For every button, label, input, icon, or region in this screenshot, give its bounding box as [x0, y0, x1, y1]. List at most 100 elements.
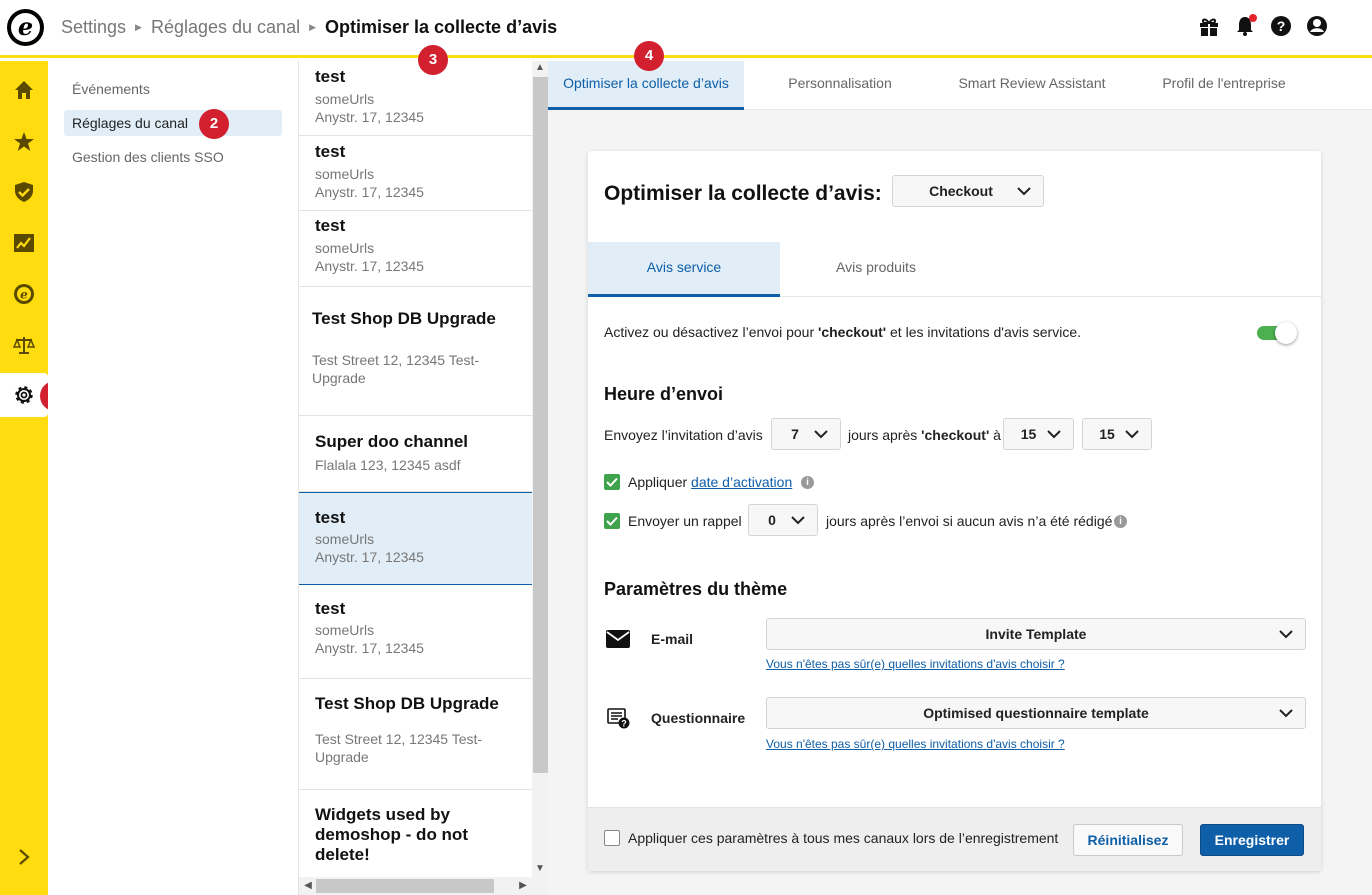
settings-card: Optimiser la collecte d’avis: Checkout A… [588, 151, 1321, 871]
channel-address: Anystr. 17, 12345 [315, 109, 424, 125]
review-type-tabs: Avis service Avis produits [588, 242, 1321, 297]
subtab-product-reviews[interactable]: Avis produits [780, 242, 972, 297]
top-icons: ? [1198, 14, 1328, 37]
channel-name: test [315, 216, 346, 235]
step-badge-2: 2 [199, 109, 229, 139]
notification-dot [1249, 14, 1257, 22]
scale-icon[interactable] [0, 323, 48, 367]
channel-item-selected[interactable]: test someUrls Anystr. 17, 12345 [299, 492, 532, 585]
reminder-checkbox[interactable] [604, 513, 620, 529]
channel-type-select[interactable]: Checkout [892, 175, 1044, 207]
channel-item[interactable]: test someUrls Anystr. 17, 12345 [299, 211, 532, 287]
star-icon[interactable] [0, 120, 48, 164]
scroll-down-icon[interactable]: ▼ [533, 863, 547, 874]
channel-item[interactable]: test someUrls Anystr. 17, 12345 [299, 61, 532, 136]
channel-item[interactable]: Widgets used by demoshop - do not delete… [299, 790, 532, 877]
channel-url: someUrls [315, 531, 375, 547]
breadcrumb-settings[interactable]: Settings [61, 17, 126, 38]
email-template-value: Invite Template [985, 626, 1087, 642]
questionnaire-template-select[interactable]: Optimised questionnaire template [766, 697, 1306, 729]
scroll-up-icon[interactable]: ▲ [533, 62, 547, 73]
reminder-days-value: 0 [768, 512, 776, 528]
channel-item[interactable]: test someUrls Anystr. 17, 12345 [299, 136, 532, 211]
apply-activation-label: Appliquer date d’activation [628, 474, 793, 490]
breadcrumb: Settings ▶ Réglages du canal ▶ Optimiser… [61, 17, 557, 38]
subnav-item-events[interactable]: Événements [64, 76, 282, 102]
save-button[interactable]: Enregistrer [1200, 824, 1304, 856]
shield-check-icon[interactable] [0, 170, 48, 214]
apply-all-checkbox[interactable] [604, 830, 620, 846]
top-bar: e Settings ▶ Réglages du canal ▶ Optimis… [0, 0, 1372, 58]
tab-company-profile[interactable]: Profil de l'entreprise [1128, 61, 1320, 110]
channel-url: someUrls [315, 91, 375, 107]
email-label: E-mail [651, 631, 694, 647]
channel-list: test someUrls Anystr. 17, 12345 test som… [298, 61, 548, 895]
subtab-service-reviews[interactable]: Avis service [588, 242, 780, 297]
settings-tabs: Optimiser la collecte d’avis Personnalis… [548, 61, 1372, 110]
channel-url: someUrls [315, 622, 375, 638]
questionnaire-template-value: Optimised questionnaire template [923, 705, 1149, 721]
channel-name: test [315, 508, 346, 527]
help-icon[interactable]: ? [1270, 15, 1292, 37]
home-icon[interactable] [0, 68, 48, 112]
check-icon [606, 477, 618, 487]
horizontal-scrollbar[interactable]: ◀ ▶ [299, 877, 532, 895]
hour-value: 15 [1020, 426, 1037, 442]
tab-smart-review-assistant[interactable]: Smart Review Assistant [936, 61, 1128, 110]
channel-item[interactable]: test someUrls Anystr. 17, 12345 [299, 585, 532, 679]
channel-name: test [315, 599, 346, 618]
toggle-knob [1275, 322, 1297, 344]
questionnaire-icon: ? [607, 708, 630, 729]
vertical-scroll-thumb[interactable] [533, 77, 548, 773]
user-icon[interactable] [1306, 15, 1328, 37]
minute-value: 15 [1099, 426, 1115, 442]
chevron-down-icon [1125, 430, 1139, 439]
info-icon[interactable]: i [1114, 515, 1127, 528]
subnav-item-channel-settings[interactable]: Réglages du canal [64, 110, 282, 136]
breadcrumb-channel-settings[interactable]: Réglages du canal [151, 17, 300, 38]
apply-activation-checkbox[interactable] [604, 474, 620, 490]
chevron-down-icon [814, 430, 828, 439]
questionnaire-help-link[interactable]: Vous n'êtes pas sûr(e) quelles invitatio… [766, 737, 1065, 751]
email-help-link[interactable]: Vous n'êtes pas sûr(e) quelles invitatio… [766, 657, 1065, 671]
trusted-logo[interactable]: e [7, 9, 44, 46]
reminder-suffix: jours après l’envoi si aucun avis n’a ét… [826, 513, 1113, 529]
vertical-scrollbar[interactable]: ▲ ▼ [532, 61, 548, 895]
send-time-heading: Heure d’envoi [604, 384, 724, 404]
channel-item[interactable]: Test Shop DB Upgrade Test Street 12, 123… [299, 287, 532, 416]
after-checkout-text: jours après 'checkout' à [848, 427, 1001, 443]
email-template-select[interactable]: Invite Template [766, 618, 1306, 650]
card-title: Optimiser la collecte d’avis: [604, 182, 882, 205]
bell-icon[interactable] [1234, 14, 1257, 37]
scroll-left-icon[interactable]: ◀ [301, 880, 315, 891]
tab-personalisation[interactable]: Personnalisation [744, 61, 936, 110]
breadcrumb-separator-icon: ▶ [309, 22, 316, 32]
activation-date-link[interactable]: date d’activation [691, 474, 792, 490]
reminder-days-select[interactable]: 0 [748, 504, 818, 536]
reset-button[interactable]: Réinitialisez [1073, 824, 1183, 856]
gift-icon[interactable] [1198, 15, 1220, 37]
chevron-down-icon [791, 516, 805, 525]
channel-name: Test Shop DB Upgrade [315, 694, 499, 713]
channel-item[interactable]: Super doo channel Flalala 123, 12345 asd… [299, 416, 532, 492]
channel-type-value: Checkout [929, 183, 993, 199]
channel-name: Test Shop DB Upgrade [312, 309, 496, 328]
trusted-e-icon[interactable]: e [0, 272, 48, 316]
settings-subnav: Événements Réglages du canal Gestion des… [48, 61, 298, 895]
channel-name: Super doo channel [315, 432, 469, 451]
info-icon[interactable]: i [801, 476, 814, 489]
channel-name: Widgets used by demoshop - do not delete… [315, 805, 468, 864]
analytics-icon[interactable] [0, 221, 48, 265]
activation-toggle[interactable] [1257, 322, 1297, 344]
scroll-right-icon[interactable]: ▶ [516, 880, 530, 891]
step-badge-4: 4 [634, 41, 664, 71]
svg-text:e: e [20, 288, 28, 302]
hour-select[interactable]: 15 [1003, 418, 1074, 450]
main-content: Optimiser la collecte d’avis Personnalis… [548, 61, 1372, 895]
minute-select[interactable]: 15 [1082, 418, 1152, 450]
expand-chevron-icon[interactable] [0, 837, 48, 877]
days-select[interactable]: 7 [771, 418, 841, 450]
subnav-item-sso-clients[interactable]: Gestion des clients SSO [64, 144, 282, 170]
horizontal-scroll-thumb[interactable] [316, 879, 494, 893]
channel-item[interactable]: Test Shop DB Upgrade Test Street 12, 123… [299, 679, 532, 790]
